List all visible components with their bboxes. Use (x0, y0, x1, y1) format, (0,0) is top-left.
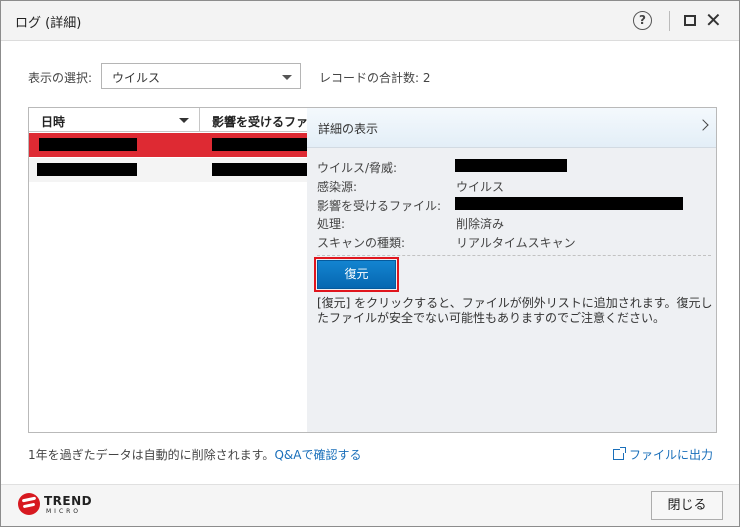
restore-button[interactable]: 復元 (317, 260, 396, 289)
redacted-file (212, 138, 307, 151)
external-link-icon (613, 447, 626, 460)
qa-link[interactable]: Q&Aで確認する (274, 448, 361, 462)
titlebar-divider (669, 11, 670, 31)
restore-note: [復元] をクリックすると、ファイルが例外リストに追加されます。復元したファイル… (317, 296, 713, 325)
maximize-icon[interactable] (684, 15, 696, 26)
sort-down-icon[interactable] (179, 118, 189, 123)
logo-text-micro: MICRO (46, 508, 82, 515)
view-select-label: 表示の選択: (28, 71, 93, 85)
retention-text: 1年を過ぎたデータは自動的に削除されます。 (28, 448, 275, 462)
redacted-datetime (39, 138, 137, 151)
retention-note: 1年を過ぎたデータは自動的に削除されます。Q&Aで確認する (28, 446, 361, 463)
detail-title: 詳細の表示 (318, 122, 379, 136)
trend-micro-logo: TREND MICRO (18, 490, 98, 520)
table-row[interactable] (29, 158, 307, 182)
log-list: 日時 影響を受けるファイル (28, 107, 308, 433)
logo-text-trend: TREND (44, 494, 93, 508)
window-title: ログ (詳細) (15, 16, 82, 31)
export-to-file-link[interactable]: ファイルに出力 (613, 446, 713, 463)
column-header-datetime[interactable]: 日時 (41, 113, 65, 130)
divider (317, 255, 711, 256)
close-button[interactable]: 閉じる (651, 491, 723, 520)
trend-ball-icon (18, 493, 40, 515)
chevron-right-icon[interactable] (697, 119, 709, 131)
export-label: ファイルに出力 (629, 448, 714, 462)
field-value-scan-type: リアルタイムスキャン (456, 236, 576, 250)
column-divider[interactable] (199, 108, 200, 132)
field-label-threat: ウイルス/脅威: (317, 161, 398, 175)
close-icon[interactable]: ✕ (705, 10, 722, 30)
title-bar: ログ (詳細) ? ✕ (1, 1, 739, 41)
redacted-threat-value (455, 159, 567, 172)
redacted-file (212, 163, 307, 176)
table-row[interactable] (29, 133, 307, 157)
record-count: レコードの合計数: 2 (319, 71, 431, 85)
field-label-source: 感染源: (317, 180, 358, 194)
field-label-affected-file: 影響を受けるファイル: (317, 199, 442, 213)
redacted-file-value (455, 197, 683, 210)
redacted-datetime (37, 163, 137, 176)
list-header: 日時 影響を受けるファイル (29, 108, 307, 132)
field-label-scan-type: スキャンの種類: (317, 236, 406, 250)
help-icon[interactable]: ? (633, 11, 652, 30)
bottom-bar (1, 484, 739, 526)
log-detail-window: ログ (詳細) ? ✕ 表示の選択: ウイルス レコードの合計数: 2 日時 影… (0, 0, 740, 527)
detail-panel: 詳細の表示 ウイルス/脅威: 感染源: ウイルス 影響を受けるファイル: 処理:… (307, 107, 717, 433)
view-select-dropdown[interactable]: ウイルス (101, 63, 301, 89)
chevron-down-icon (282, 75, 292, 80)
view-select-value: ウイルス (112, 71, 161, 85)
detail-header[interactable]: 詳細の表示 (307, 108, 716, 148)
field-label-action: 処理: (317, 217, 346, 231)
field-value-action: 削除済み (456, 217, 505, 231)
field-value-source: ウイルス (456, 180, 505, 194)
column-header-affected-file[interactable]: 影響を受けるファイル (212, 113, 307, 130)
